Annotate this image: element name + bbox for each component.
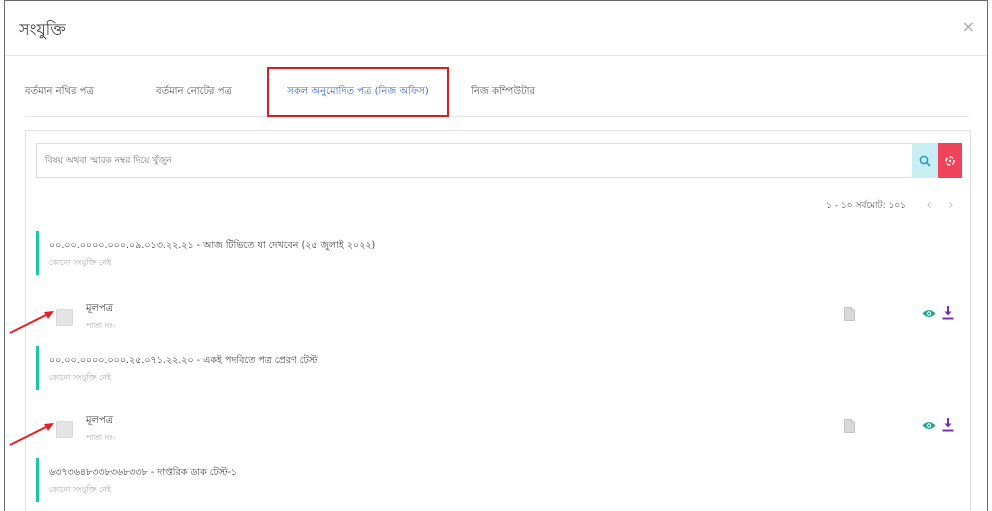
tab-bar: বর্তমান নথির পত্র বর্তমান নোটের পত্র সকল…: [25, 67, 969, 117]
reset-icon: [945, 155, 955, 166]
item-page-number: পাতা নং-: [86, 433, 116, 442]
tab-current-note-letters[interactable]: বর্তমান নোটের পত্র: [156, 67, 232, 117]
item-label: মূলপত্র: [86, 415, 114, 426]
search-input[interactable]: [36, 143, 912, 178]
file-icon: [844, 307, 855, 321]
letter-group-subtitle: কোনো সংযুক্তি নেই: [49, 258, 112, 267]
letter-group[interactable]: ০০.০০.০০০০.০০০.২৫.০৭১.২২.২০ - একই পদবিতে…: [36, 346, 962, 390]
letters-panel: ১ - ১০ সর্বমোট: ১০১ ‹ › ০০.০০.০০০০.০০০.০…: [25, 130, 971, 511]
letter-group-title: ৬৩৭৩৬৪৮৩৩৮৩৬৮৩৩৮ - দাপ্তরিক ডাক টেস্ট-১: [49, 467, 238, 478]
download-icon[interactable]: [942, 305, 954, 320]
letter-group-subtitle: কোনো সংযুক্তি নেই: [49, 485, 112, 494]
modal-header: সংযুক্তি ×: [5, 1, 987, 56]
file-icon: [844, 419, 855, 433]
annotation-arrow-icon: [9, 311, 54, 334]
pagination-range: ১ - ১০ সর্বমোট: ১০১: [826, 200, 906, 211]
tab-current-file-letters[interactable]: বর্তমান নথির পত্র: [25, 67, 94, 117]
letter-item-row: মূলপত্র পাতা নং-: [36, 293, 962, 337]
attachment-modal: সংযুক্তি × বর্তমান নথির পত্র বর্তমান নোট…: [4, 0, 988, 511]
search-button[interactable]: [912, 143, 938, 178]
letter-group-title: ০০.০০.০০০০.০০০.০৯.০১৩.২২.২১ - আজ টিভিতে …: [49, 240, 376, 251]
next-page-button[interactable]: ›: [940, 198, 962, 213]
tab-all-approved-letters[interactable]: সকল অনুমোদিত পত্র (নিজ অফিস): [267, 67, 449, 117]
letter-group-title: ০০.০০.০০০০.০০০.২৫.০৭১.২২.২০ - একই পদবিতে…: [49, 355, 318, 366]
letter-item-row: মূলপত্র পাতা নং-: [36, 405, 962, 449]
reset-button[interactable]: [938, 143, 962, 178]
item-checkbox[interactable]: [56, 421, 73, 438]
item-checkbox[interactable]: [56, 309, 73, 326]
pagination: ১ - ১০ সর্বমোট: ১০১ ‹ ›: [826, 195, 962, 215]
search-row: [36, 143, 962, 178]
letter-group[interactable]: ৬৩৭৩৬৪৮৩৩৮৩৬৮৩৩৮ - দাপ্তরিক ডাক টেস্ট-১ …: [36, 458, 962, 502]
modal-title: সংযুক্তি: [19, 20, 66, 39]
search-icon: [919, 155, 931, 167]
item-page-number: পাতা নং-: [86, 321, 116, 330]
tab-own-computer[interactable]: নিজ কম্পিউটার: [471, 67, 535, 117]
eye-icon[interactable]: [922, 308, 936, 319]
letter-group-subtitle: কোনো সংযুক্তি নেই: [49, 373, 112, 382]
letter-group[interactable]: ০০.০০.০০০০.০০০.০৯.০১৩.২২.২১ - আজ টিভিতে …: [36, 231, 962, 275]
item-label: মূলপত্র: [86, 303, 114, 314]
annotation-arrow-icon: [9, 423, 54, 446]
eye-icon[interactable]: [922, 420, 936, 431]
prev-page-button[interactable]: ‹: [918, 198, 940, 213]
close-icon[interactable]: ×: [962, 19, 975, 35]
download-icon[interactable]: [942, 417, 954, 432]
